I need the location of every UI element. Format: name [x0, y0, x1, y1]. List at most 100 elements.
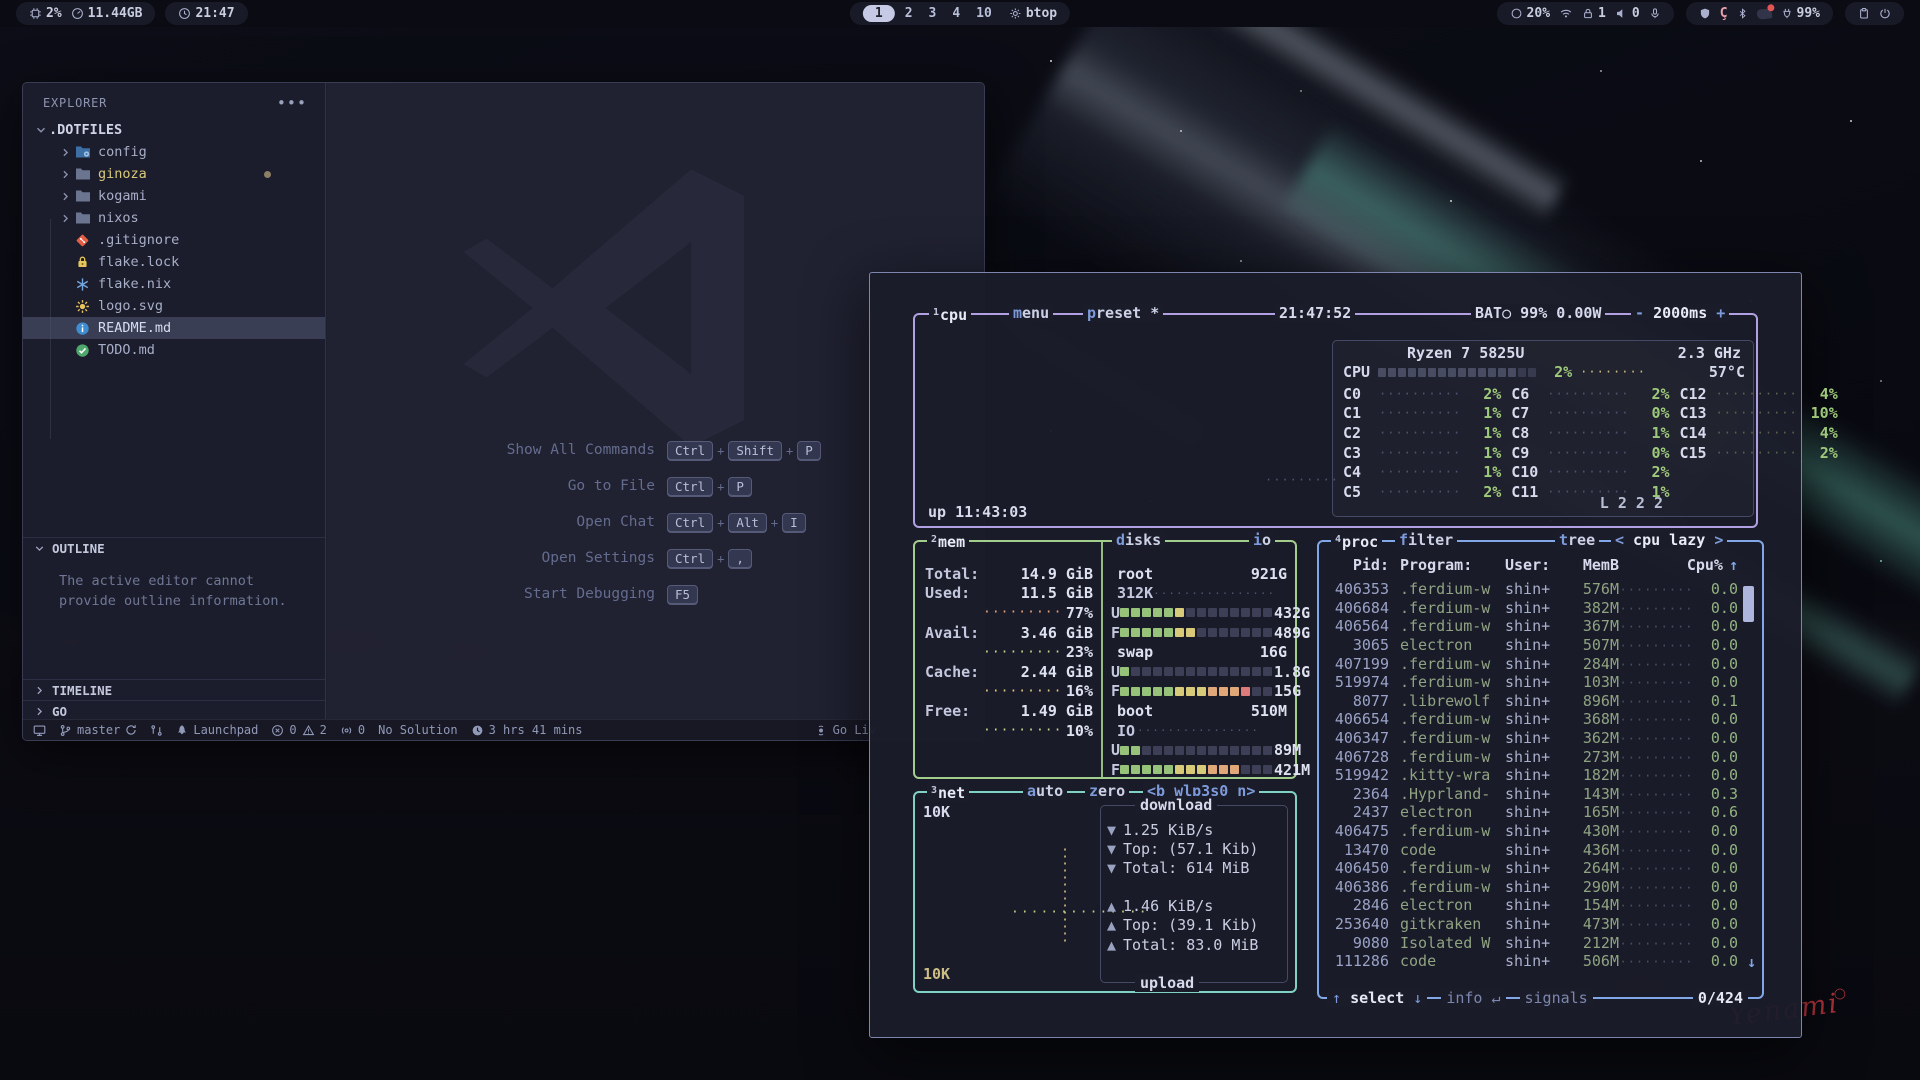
- controls-pill[interactable]: 20% 1 0: [1497, 2, 1674, 25]
- process-row[interactable]: 406684.ferdium-wshin+382M·········0.0: [1325, 599, 1738, 618]
- disks-title[interactable]: disks: [1112, 531, 1165, 549]
- tree-item-kogami[interactable]: kogami: [23, 185, 325, 207]
- process-row[interactable]: 111286codeshin+506M·········0.0: [1325, 952, 1738, 971]
- refresh-rate-control[interactable]: - 2000ms +: [1631, 304, 1729, 322]
- volume-icon[interactable]: [1615, 7, 1628, 20]
- proc-box-title[interactable]: 4proc: [1331, 531, 1382, 551]
- clock-pill[interactable]: 21:47: [165, 2, 247, 25]
- cpu-box-title[interactable]: 1cpu: [929, 304, 971, 324]
- tray-app-notification-icon[interactable]: [1756, 8, 1772, 20]
- microphone-icon[interactable]: [1649, 7, 1661, 20]
- signals-control[interactable]: signals: [1520, 989, 1593, 1007]
- scroll-down-icon[interactable]: ↓: [1747, 953, 1756, 971]
- process-row[interactable]: 406450.ferdium-wshin+264M·········0.0: [1325, 859, 1738, 878]
- keyboard-layout-indicator[interactable]: Ç: [1720, 6, 1728, 21]
- preset-button[interactable]: preset *: [1083, 304, 1163, 322]
- process-row[interactable]: 406347.ferdium-wshin+362M·········0.0: [1325, 729, 1738, 748]
- proc-sort-selector[interactable]: < cpu lazy >: [1611, 531, 1727, 549]
- process-row[interactable]: 406353.ferdium-wshin+576M·········0.0: [1325, 580, 1738, 599]
- proc-tree-toggle[interactable]: tree: [1555, 531, 1599, 549]
- vpn-shield-icon[interactable]: [1699, 7, 1711, 20]
- power-icon[interactable]: [1879, 7, 1891, 20]
- outline-section-header[interactable]: OUTLINE: [23, 537, 325, 559]
- wifi-icon[interactable]: [1559, 7, 1573, 20]
- workspace-3[interactable]: 3: [921, 6, 945, 21]
- git-branch-item[interactable]: master: [59, 723, 137, 737]
- tree-item-flake.nix[interactable]: flake.nix: [23, 273, 325, 295]
- meter-dots: ·········: [1619, 658, 1693, 672]
- disk-used-row: U432G: [1111, 603, 1287, 623]
- process-mem: 143M: [1567, 785, 1619, 803]
- process-row[interactable]: 407199.ferdium-wshin+284M·········0.0: [1325, 654, 1738, 673]
- process-row[interactable]: 2364.Hyprland-shin+143M·········0.3: [1325, 785, 1738, 804]
- tree-item-.gitignore[interactable]: .gitignore: [23, 229, 325, 251]
- solution-item[interactable]: No Solution: [378, 723, 457, 737]
- workspace-2[interactable]: 2: [897, 6, 921, 21]
- sort-direction-icon[interactable]: ↑: [1729, 556, 1738, 574]
- process-row[interactable]: 519942.kitty-wrashin+182M·········0.0: [1325, 766, 1738, 785]
- process-row[interactable]: 406386.ferdium-wshin+290M·········0.0: [1325, 878, 1738, 897]
- process-row[interactable]: 8077.librewolfshin+896M·········0.1: [1325, 692, 1738, 711]
- process-row[interactable]: 9080Isolated Wshin+212M·········0.0: [1325, 933, 1738, 952]
- process-row[interactable]: 2437electronshin+165M·········0.6: [1325, 803, 1738, 822]
- clipboard-icon[interactable]: [1858, 7, 1870, 20]
- process-row[interactable]: 253640gitkrakenshin+473M·········0.0: [1325, 915, 1738, 934]
- meter-dots: ··········: [1379, 446, 1461, 460]
- meter-square: [1498, 368, 1506, 377]
- net-zero-toggle[interactable]: zero: [1085, 782, 1129, 800]
- session-pill[interactable]: [1845, 2, 1904, 25]
- refresh-minus[interactable]: -: [1635, 304, 1644, 322]
- key-P: P: [797, 441, 821, 460]
- launchpad-item[interactable]: Launchpad: [176, 723, 258, 737]
- process-row[interactable]: 406654.ferdium-wshin+368M·········0.0: [1325, 710, 1738, 729]
- tree-item-ginoza[interactable]: ginoza: [23, 163, 325, 185]
- remote-window-icon[interactable]: [33, 724, 46, 737]
- compare-changes-icon[interactable]: [150, 724, 163, 737]
- workspace-4[interactable]: 4: [944, 6, 968, 21]
- core-name: C11: [1511, 483, 1547, 501]
- mem-value: 14.9 GiB: [1021, 565, 1093, 583]
- proc-filter-button[interactable]: filter: [1395, 531, 1457, 549]
- tree-item-config[interactable]: config: [23, 141, 325, 163]
- tray-pill[interactable]: Ç 99%: [1686, 2, 1833, 25]
- process-row[interactable]: 406475.ferdium-wshin+430M·········0.0: [1325, 822, 1738, 841]
- disk-free-row: F15G: [1111, 682, 1287, 702]
- process-row[interactable]: 13470codeshin+436M·········0.0: [1325, 840, 1738, 859]
- proc-scrollbar-thumb[interactable]: [1743, 586, 1754, 622]
- process-row[interactable]: 519974.ferdium-wshin+103M·········0.0: [1325, 673, 1738, 692]
- lock-file-icon: [74, 254, 91, 270]
- net-auto-toggle[interactable]: auto: [1023, 782, 1067, 800]
- workspace-10[interactable]: 10: [968, 6, 1000, 21]
- select-control[interactable]: ↑ select ↓: [1327, 989, 1427, 1007]
- ports-item[interactable]: 0: [340, 723, 365, 737]
- process-row[interactable]: 406728.ferdium-wshin+273M·········0.0: [1325, 747, 1738, 766]
- problems-item[interactable]: 0 2: [271, 723, 326, 737]
- core-name: C13: [1680, 404, 1716, 422]
- tree-root-dotfiles[interactable]: .DOTFILES: [23, 119, 325, 141]
- menu-button[interactable]: menu: [1009, 304, 1053, 322]
- mem-box-title[interactable]: 2mem: [927, 531, 969, 551]
- net-box-title[interactable]: 3net: [927, 782, 969, 802]
- info-control[interactable]: info ↵: [1441, 989, 1505, 1007]
- tree-item-README.md[interactable]: README.md: [23, 317, 325, 339]
- system-stats-pill[interactable]: 2% 11.44GB: [16, 2, 155, 25]
- process-name: code: [1389, 952, 1505, 970]
- io-toggle[interactable]: io: [1249, 531, 1275, 549]
- refresh-plus[interactable]: +: [1716, 304, 1725, 322]
- tree-item-logo.svg[interactable]: logo.svg: [23, 295, 325, 317]
- process-pid: 519974: [1325, 673, 1389, 691]
- bluetooth-icon[interactable]: [1737, 7, 1748, 20]
- workspace-1[interactable]: 1: [863, 5, 895, 22]
- process-row[interactable]: 3065electronshin+507M·········0.0: [1325, 636, 1738, 655]
- tree-item-TODO.md[interactable]: TODO.md: [23, 339, 325, 361]
- go-live-item[interactable]: Go Liv: [814, 723, 876, 737]
- tree-item-flake.lock[interactable]: flake.lock: [23, 251, 325, 273]
- process-row[interactable]: 2846electronshin+154M·········0.0: [1325, 896, 1738, 915]
- active-app[interactable]: btop: [1009, 6, 1057, 21]
- battery-plug-icon: [1781, 7, 1793, 20]
- tree-item-nixos[interactable]: nixos: [23, 207, 325, 229]
- explorer-more-icon[interactable]: •••: [277, 99, 307, 107]
- timeline-section-header[interactable]: TIMELINE: [23, 679, 325, 701]
- process-row[interactable]: 406564.ferdium-wshin+367M·········0.0: [1325, 617, 1738, 636]
- time-tracker-item[interactable]: 3 hrs 41 mins: [471, 723, 583, 737]
